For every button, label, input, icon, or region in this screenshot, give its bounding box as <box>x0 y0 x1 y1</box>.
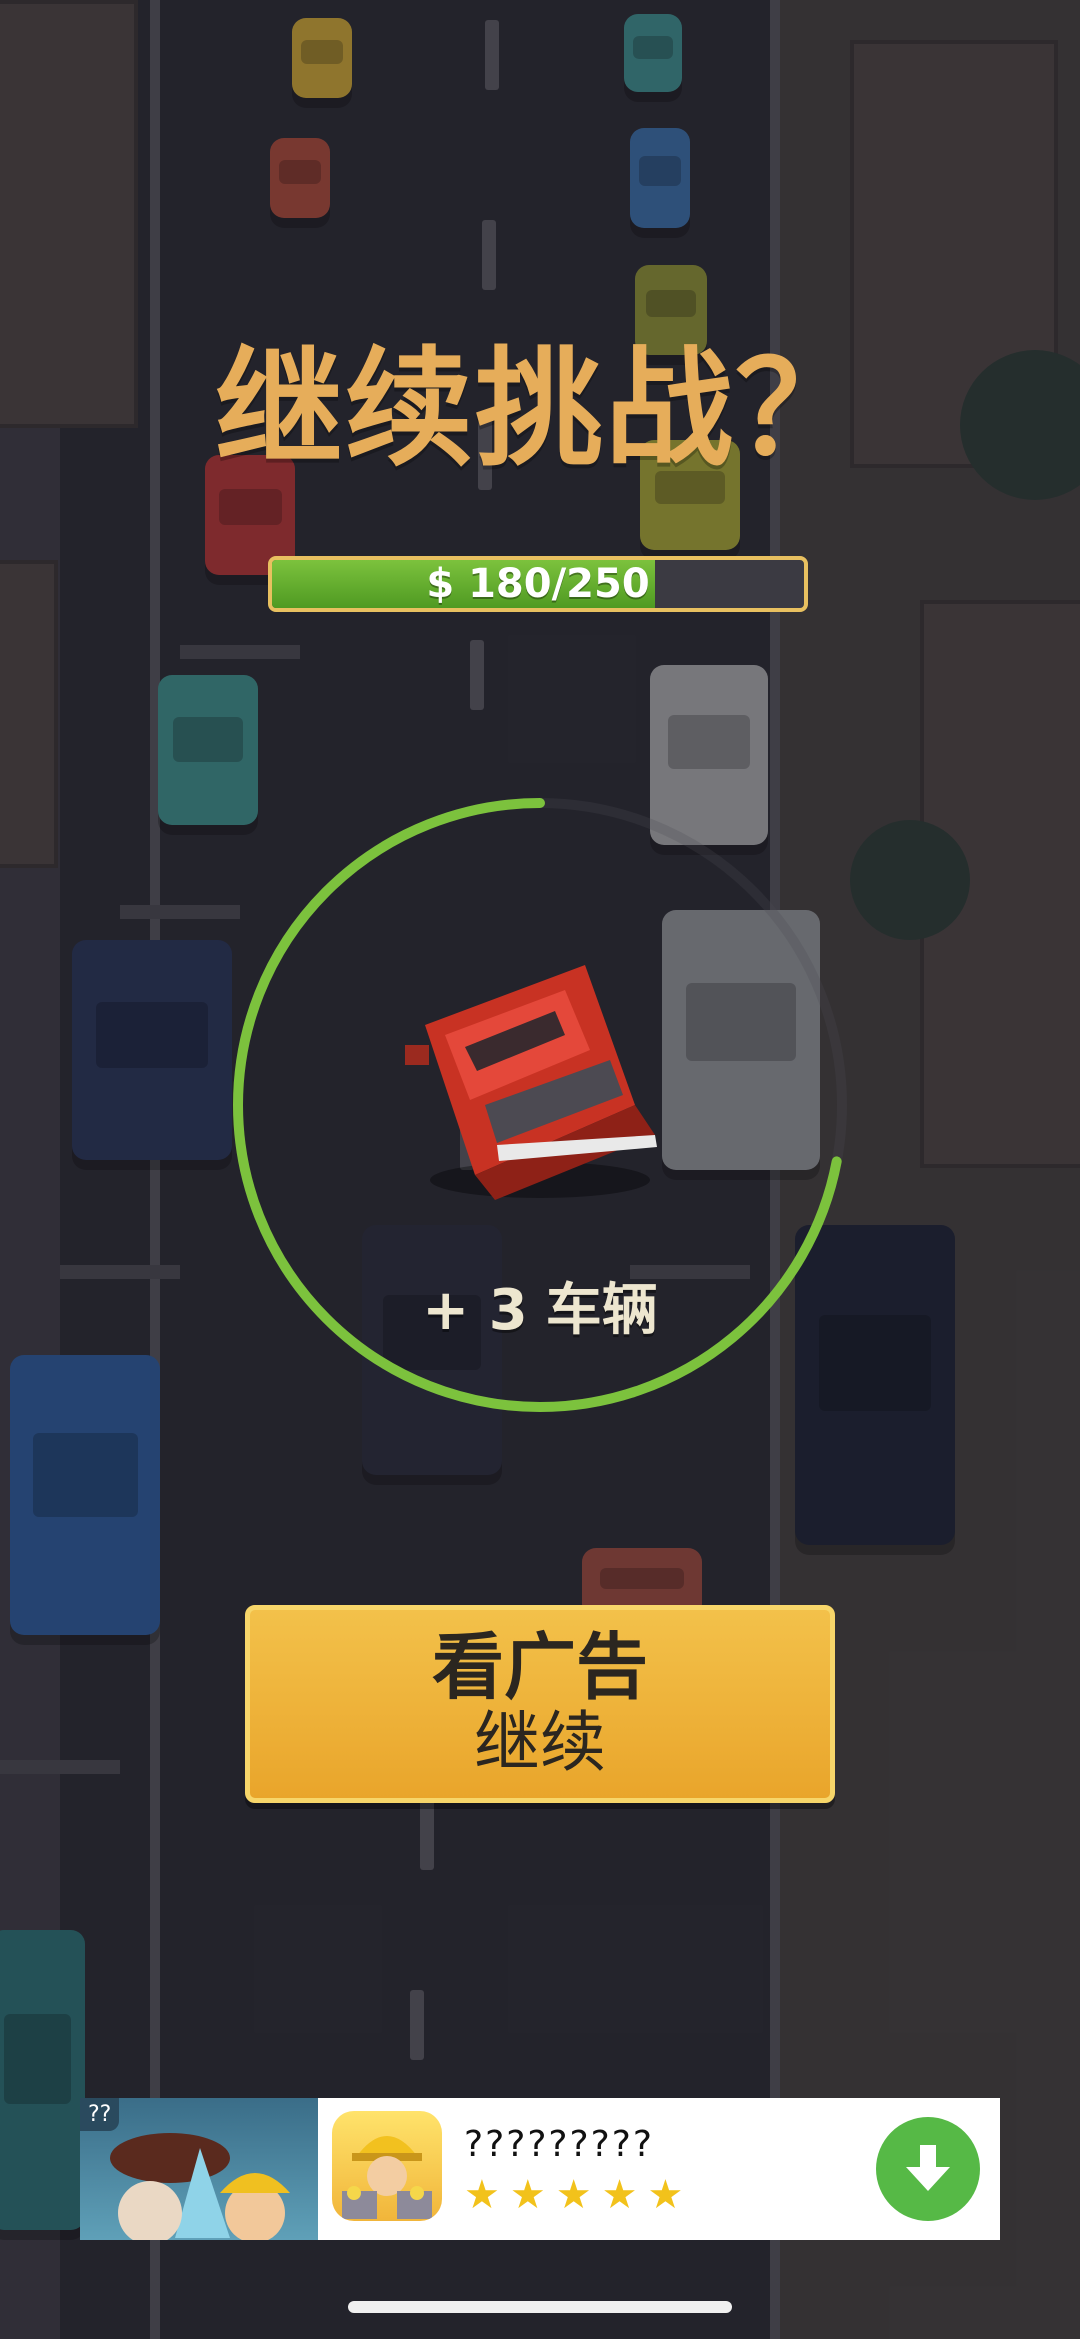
ad-tag: ?? <box>80 2098 120 2131</box>
download-arrow-icon <box>906 2145 950 2191</box>
star-icon: ★ <box>647 2171 684 2218</box>
player-car-icon <box>405 965 657 1200</box>
continue-challenge-title: 继续挑战？ <box>214 335 865 484</box>
star-icon: ★ <box>555 2171 592 2218</box>
ad-app-icon[interactable] <box>332 2111 442 2221</box>
progress-label: $ 180/250 <box>426 561 650 607</box>
ad-banner[interactable]: ?? ????????? ★ ★ ★ ★ ★ <box>80 2098 1000 2240</box>
bonus-unit: 车辆 <box>545 1278 658 1343</box>
cta-line-1: 看广告 <box>431 1625 648 1710</box>
star-icon: ★ <box>464 2171 500 2218</box>
cta-line-2: 继续 <box>474 1704 606 1782</box>
ad-download-button[interactable] <box>876 2117 980 2221</box>
bonus-vehicles-text: + 3 车辆 <box>0 1265 1080 1346</box>
ad-app-title: ????????? <box>464 2123 654 2165</box>
bonus-count: + 3 <box>422 1278 528 1343</box>
watch-ad-continue-button[interactable]: 看广告 继续 <box>245 1605 835 1803</box>
miner-icon <box>342 2136 432 2219</box>
ad-info: ????????? ★ ★ ★ ★ ★ <box>456 2098 876 2240</box>
ad-banner-image[interactable]: ?? <box>80 2098 318 2240</box>
star-icon: ★ <box>601 2171 638 2218</box>
star-icon: ★ <box>509 2171 546 2218</box>
money-progress-bar: $ 180/250 <box>268 556 808 612</box>
ad-rating: ★ ★ ★ ★ ★ <box>464 2175 876 2215</box>
home-indicator[interactable] <box>348 2301 732 2313</box>
